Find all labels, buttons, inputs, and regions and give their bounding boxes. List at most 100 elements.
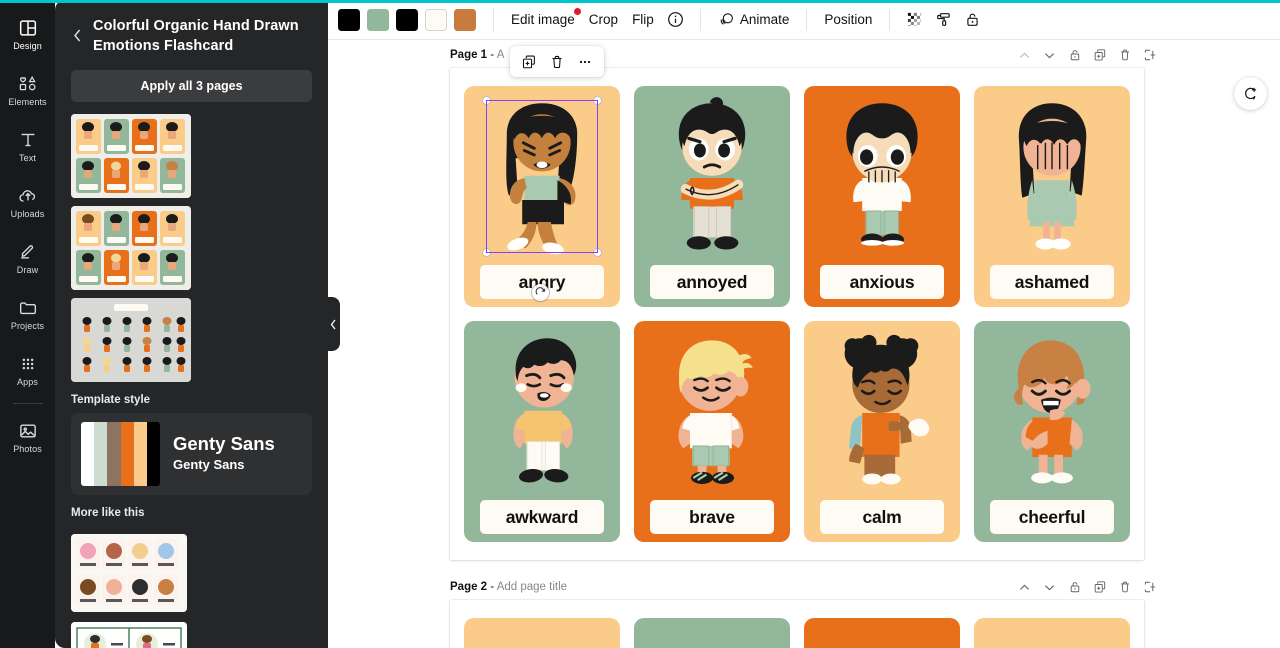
sidebar-item-apps[interactable]: Apps bbox=[0, 342, 55, 398]
sidebar-item-label: Photos bbox=[13, 444, 42, 454]
template-style-card[interactable]: Genty Sans Genty Sans bbox=[71, 413, 312, 495]
page-thumbnail-3[interactable] bbox=[71, 298, 191, 382]
color-swatch-2[interactable] bbox=[367, 8, 389, 31]
duplicate-page-button[interactable] bbox=[516, 49, 542, 75]
flashcard-label-calm[interactable]: calm bbox=[820, 500, 944, 534]
paint-roller-icon bbox=[937, 13, 951, 26]
flashcard-label-anxious[interactable]: anxious bbox=[820, 265, 944, 299]
page2-flashcard-4[interactable] bbox=[974, 618, 1130, 648]
flashcard-cheerful[interactable]: cheerful bbox=[974, 321, 1130, 542]
page-1-float-toolbar bbox=[510, 46, 604, 77]
copy-style-button[interactable] bbox=[929, 6, 958, 33]
move-page-down-button[interactable] bbox=[1041, 47, 1058, 64]
color-swatch-1[interactable] bbox=[338, 8, 360, 31]
sidebar-item-design[interactable]: Design bbox=[0, 6, 55, 62]
color-swatch-4[interactable] bbox=[425, 8, 447, 31]
transparency-button[interactable] bbox=[900, 6, 929, 33]
editor-stage: Edit image Crop Flip Animate Position Pa… bbox=[327, 0, 1280, 648]
animate-button[interactable]: Animate bbox=[711, 6, 797, 33]
page-1-actions bbox=[1016, 47, 1158, 64]
duplicate-page-action[interactable] bbox=[1091, 47, 1108, 64]
page-thumbnail-1[interactable] bbox=[71, 114, 191, 198]
page-2-canvas[interactable] bbox=[450, 600, 1144, 648]
move-page-up-button-2[interactable] bbox=[1016, 579, 1033, 596]
page-more-options-button[interactable] bbox=[572, 49, 598, 75]
template-suggestion-2[interactable] bbox=[71, 622, 187, 648]
draw-icon bbox=[20, 245, 33, 259]
page-thumbnail-2[interactable] bbox=[71, 206, 191, 290]
flashcard-label-annoyed[interactable]: annoyed bbox=[650, 265, 774, 299]
sidebar-item-label: Uploads bbox=[10, 209, 45, 219]
rotate-cursor bbox=[532, 284, 549, 301]
palette-swatch-3 bbox=[107, 422, 121, 486]
girl-covering-face-illustration bbox=[1018, 103, 1087, 250]
flashcard-calm[interactable]: calm bbox=[804, 321, 960, 542]
add-comment-button[interactable] bbox=[1234, 77, 1267, 110]
boy-awkward-illustration bbox=[513, 338, 577, 483]
object-toolbar: Edit image Crop Flip Animate Position bbox=[328, 0, 1280, 40]
palette-swatch-6 bbox=[146, 422, 160, 486]
page-1-title[interactable]: Page 1 - A bbox=[450, 49, 504, 61]
duplicate-page-action-2[interactable] bbox=[1091, 579, 1108, 596]
edit-image-button[interactable]: Edit image bbox=[504, 7, 582, 32]
flashcard-anxious[interactable]: anxious bbox=[804, 86, 960, 307]
lock-icon bbox=[967, 13, 979, 26]
sidebar-item-uploads[interactable]: Uploads bbox=[0, 174, 55, 230]
crop-button[interactable]: Crop bbox=[582, 7, 625, 32]
collapse-panel-button[interactable] bbox=[327, 297, 340, 351]
girl-laughing-illustration bbox=[1014, 340, 1091, 484]
flashcard-label-brave[interactable]: brave bbox=[650, 500, 774, 534]
page2-flashcard-1[interactable] bbox=[464, 618, 620, 648]
lock-page-button[interactable] bbox=[1066, 47, 1083, 64]
flashcard-label-ashamed[interactable]: ashamed bbox=[990, 265, 1114, 299]
flashcard-ashamed-art bbox=[974, 90, 1130, 255]
position-button[interactable]: Position bbox=[817, 7, 879, 32]
rail-divider bbox=[12, 403, 43, 404]
lock-page-button-2[interactable] bbox=[1066, 579, 1083, 596]
flashcard-label-awkward[interactable]: awkward bbox=[480, 500, 604, 534]
expand-page-button-2[interactable] bbox=[1141, 579, 1158, 596]
flashcard-label-cheerful[interactable]: cheerful bbox=[990, 500, 1114, 534]
page2-flashcard-3[interactable] bbox=[804, 618, 960, 648]
move-page-down-button-2[interactable] bbox=[1041, 579, 1058, 596]
flashcard-ashamed[interactable]: ashamed bbox=[974, 86, 1130, 307]
back-button[interactable] bbox=[67, 24, 87, 46]
template-suggestion-1[interactable] bbox=[71, 534, 187, 612]
apps-icon bbox=[22, 358, 33, 370]
sidebar-item-label: Design bbox=[13, 41, 42, 51]
sidebar-item-elements[interactable]: Elements bbox=[0, 62, 55, 118]
top-accent-bar bbox=[0, 0, 1280, 3]
sidebar-item-projects[interactable]: Projects bbox=[0, 286, 55, 342]
page-2-number: Page 2 bbox=[450, 581, 488, 593]
move-page-up-button[interactable] bbox=[1016, 47, 1033, 64]
sidebar-item-text[interactable]: Text bbox=[0, 118, 55, 174]
animate-label: Animate bbox=[739, 12, 790, 27]
color-swatch-5[interactable] bbox=[454, 8, 476, 31]
sidebar-item-photos[interactable]: Photos bbox=[0, 409, 55, 465]
delete-page-action-2[interactable] bbox=[1116, 579, 1133, 596]
thumbnail-page-1-art bbox=[71, 114, 191, 198]
flashcard-annoyed[interactable]: annoyed bbox=[634, 86, 790, 307]
color-swatch-3[interactable] bbox=[396, 8, 418, 31]
blond-hands-hips-illustration bbox=[678, 340, 753, 484]
left-rail: Design Elements Text Uploads Draw Projec… bbox=[0, 0, 55, 648]
flashcard-awkward[interactable]: awkward bbox=[464, 321, 620, 542]
more-like-this-heading: More like this bbox=[71, 507, 145, 519]
sidebar-item-draw[interactable]: Draw bbox=[0, 230, 55, 286]
flashcard-angry[interactable]: angry bbox=[464, 86, 620, 307]
canvas-scroll-area[interactable]: Page 1 - A angry annoyed anxious ashamed… bbox=[328, 40, 1280, 648]
flip-button[interactable]: Flip bbox=[625, 7, 661, 32]
delete-page-button[interactable] bbox=[544, 49, 570, 75]
expand-page-button[interactable] bbox=[1141, 47, 1158, 64]
page-2-title[interactable]: Page 2 - Add page title bbox=[450, 581, 567, 593]
apply-all-pages-button[interactable]: Apply all 3 pages bbox=[71, 70, 312, 102]
delete-page-action[interactable] bbox=[1116, 47, 1133, 64]
page2-flashcard-2[interactable] bbox=[634, 618, 790, 648]
flashcard-calm-art bbox=[804, 325, 960, 490]
page-1-canvas[interactable]: angry annoyed anxious ashamed awkward br… bbox=[450, 68, 1144, 560]
flashcard-brave[interactable]: brave bbox=[634, 321, 790, 542]
selection-bounding-box bbox=[486, 100, 598, 253]
uploads-icon bbox=[18, 190, 35, 202]
info-button[interactable] bbox=[661, 6, 690, 33]
lock-button[interactable] bbox=[958, 6, 987, 33]
